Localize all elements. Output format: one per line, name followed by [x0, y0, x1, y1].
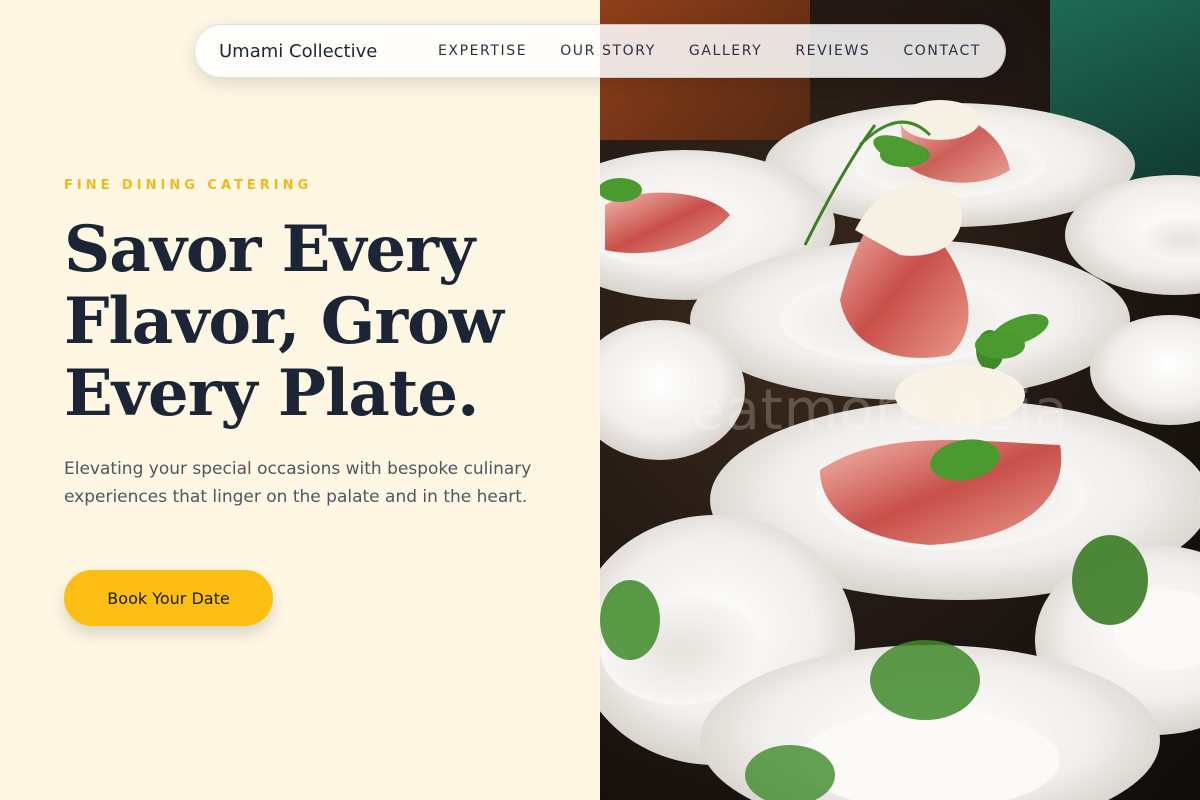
nav-link-contact[interactable]: CONTACT [903, 43, 981, 59]
nav-link-reviews[interactable]: REVIEWS [795, 43, 870, 59]
hero-image: eatmore.asia [600, 0, 1200, 800]
brand-logo-link[interactable]: Umami Collective [219, 41, 377, 62]
book-your-date-button[interactable]: Book Your Date [64, 570, 273, 626]
hero-text-panel: FINE DINING CATERING Savor Every Flavor,… [0, 0, 600, 800]
headline-line: Savor Every [64, 212, 475, 287]
top-navigation: Umami Collective EXPERTISE OUR STORY GAL… [194, 24, 1006, 78]
image-watermark: eatmore.asia [690, 378, 1069, 443]
headline-line: Flavor, Grow [64, 284, 504, 359]
headline-line: Every Plate. [64, 356, 479, 431]
hero-subtext: Elevating your special occasions with be… [64, 459, 532, 507]
nav-link-our-story[interactable]: OUR STORY [560, 43, 656, 59]
nav-links: EXPERTISE OUR STORY GALLERY REVIEWS CONT… [438, 43, 981, 59]
hero-eyebrow: FINE DINING CATERING [64, 178, 313, 193]
nav-link-gallery[interactable]: GALLERY [689, 43, 762, 59]
nav-link-expertise[interactable]: EXPERTISE [438, 43, 527, 59]
hero-headline: Savor Every Flavor, Grow Every Plate. [64, 214, 584, 430]
